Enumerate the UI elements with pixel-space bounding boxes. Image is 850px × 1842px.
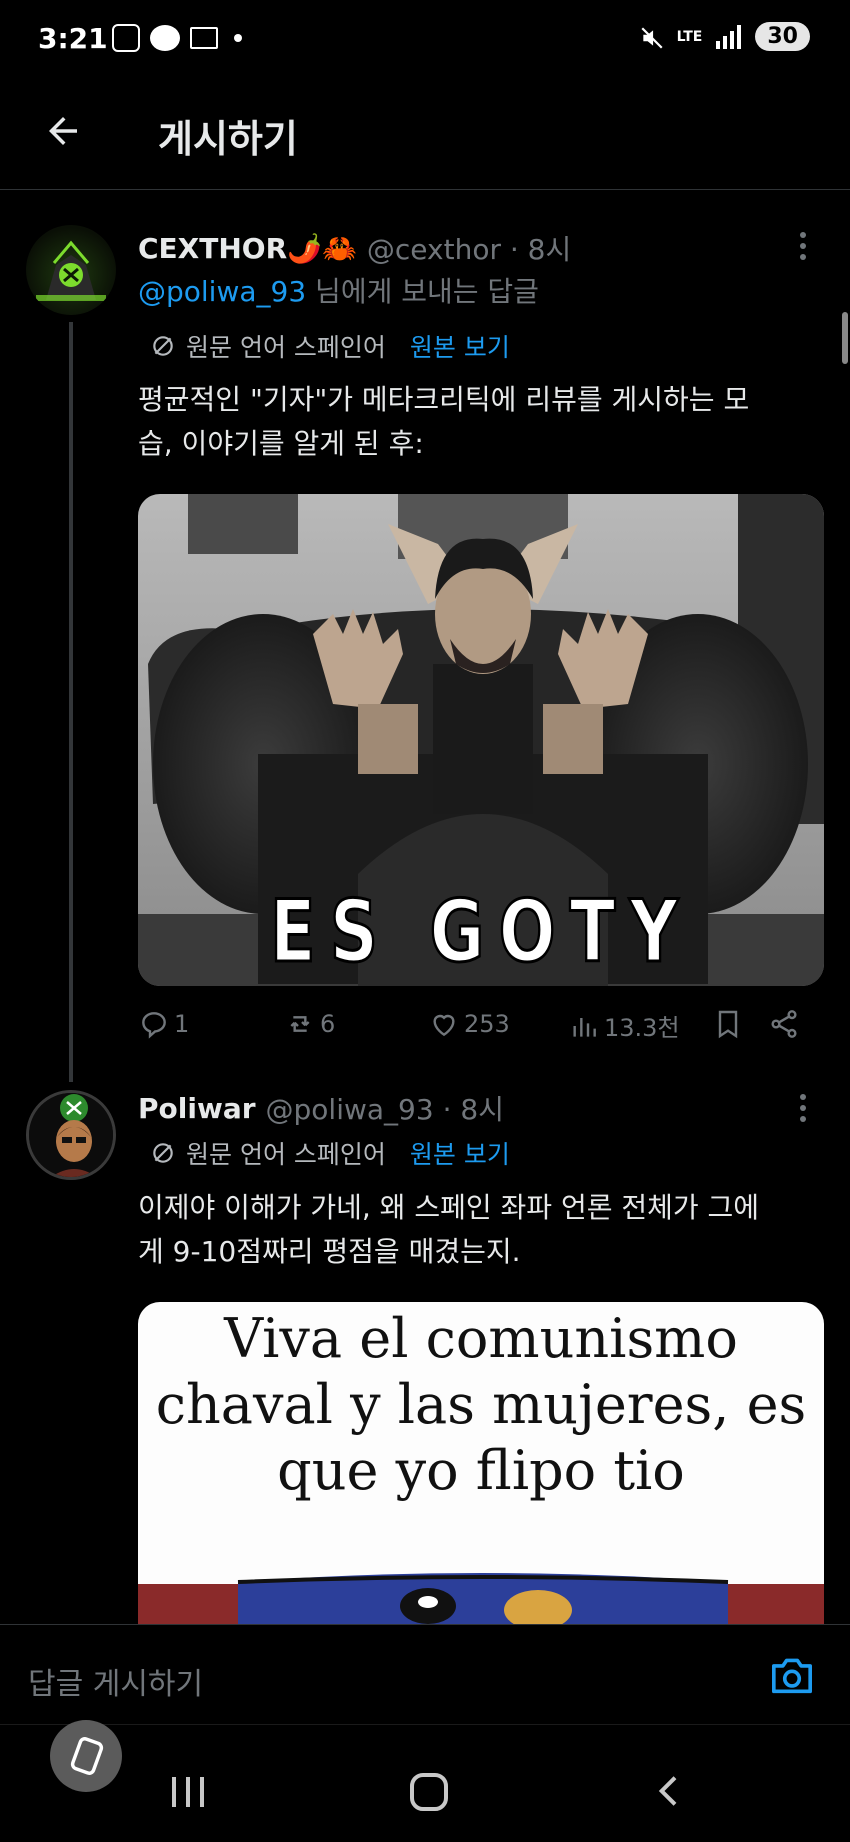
battery-level: 30	[755, 22, 810, 51]
notification-icons	[112, 24, 242, 52]
views-chart-icon	[573, 1017, 596, 1037]
view-count: 13.3천	[604, 1014, 680, 1042]
show-original-link[interactable]: 원본 보기	[410, 328, 510, 364]
repost-button[interactable]: 6	[284, 1008, 335, 1040]
heart-icon	[433, 1014, 455, 1037]
reply-count: 1	[174, 1010, 190, 1038]
system-navigation-bar	[0, 1724, 850, 1842]
reply-button[interactable]: 1	[138, 1008, 189, 1040]
handle-and-time[interactable]: @poliwa_93 · 8시	[266, 1088, 504, 1128]
translation-source: 원문 언어 스페인어	[186, 333, 386, 362]
translation-notice: 원문 언어 스페인어 원본 보기	[150, 328, 510, 364]
cartoon-illustration	[138, 1573, 824, 1624]
status-time: 3:21	[38, 22, 108, 55]
translate-icon	[153, 336, 173, 356]
person-avatar-icon	[29, 1093, 113, 1177]
recent-apps-button[interactable]	[172, 1777, 204, 1807]
repost-count: 6	[320, 1010, 336, 1038]
more-options-icon[interactable]	[800, 1094, 808, 1122]
lte-icon: LTE	[676, 28, 703, 45]
reply-input[interactable]: 답글 게시하기	[28, 1659, 203, 1703]
talk-icon	[150, 25, 180, 51]
nav-back-button[interactable]	[650, 1771, 690, 1811]
reply-to-suffix: 님에게 보내는 답글	[306, 275, 539, 308]
home-button[interactable]	[410, 1773, 448, 1811]
rotate-screen-button[interactable]	[50, 1720, 122, 1792]
avatar[interactable]	[26, 1090, 116, 1180]
more-options-icon[interactable]	[800, 232, 808, 260]
image-caption: ES GOTY	[269, 881, 693, 984]
signal-icon	[716, 24, 742, 49]
show-original-link[interactable]: 원본 보기	[410, 1135, 510, 1171]
tweet-image[interactable]: Viva el comunismo chaval y las mujeres, …	[138, 1302, 824, 1624]
views-button[interactable]: 13.3천	[568, 1008, 680, 1043]
avatar[interactable]	[26, 225, 116, 315]
share-icon	[771, 1010, 797, 1038]
more-notifications-icon	[234, 34, 242, 42]
reply-composer[interactable]: 답글 게시하기	[0, 1624, 850, 1724]
share-button[interactable]	[768, 1008, 800, 1040]
mute-icon	[639, 25, 663, 49]
tweet-header: CEXTHOR🌶️🦀 @cexthor · 8시	[138, 228, 571, 268]
scrollbar[interactable]	[842, 312, 848, 364]
page-title: 게시하기	[158, 117, 298, 161]
replying-to: @poliwa_93 님에게 보내는 답글	[138, 270, 539, 310]
display-name[interactable]: CEXTHOR🌶️🦀	[138, 232, 357, 265]
display-name[interactable]: Poliwar	[138, 1092, 256, 1125]
tweet-text: 이제야 이해가 가네, 왜 스페인 좌파 언론 전체가 그에게 9-10점짜리 …	[138, 1191, 760, 1268]
rotate-icon	[70, 1737, 104, 1775]
screenshot-icon	[112, 24, 140, 52]
thread-line	[69, 322, 73, 1082]
camera-icon[interactable]	[770, 1655, 814, 1695]
gmail-icon	[190, 27, 218, 49]
reply-mention-link[interactable]: @poliwa_93	[138, 275, 306, 308]
bookmark-button[interactable]	[712, 1008, 744, 1040]
tweet-actions: 1 6 253 13.3천	[138, 1008, 838, 1048]
back-arrow-icon[interactable]	[42, 110, 84, 152]
repost-icon	[290, 1016, 310, 1032]
translate-icon	[153, 1143, 173, 1163]
like-button[interactable]: 253	[428, 1008, 510, 1040]
bookmark-icon	[718, 1010, 738, 1039]
reply-icon	[142, 1012, 166, 1039]
handle-and-time[interactable]: @cexthor · 8시	[367, 228, 571, 268]
status-bar: 3:21 LTE 30	[0, 0, 850, 80]
tweet-text: 평균적인 "기자"가 메타크리틱에 리뷰를 게시하는 모습, 이야기를 알게 된…	[138, 383, 750, 460]
tweet-image[interactable]: ES GOTY	[138, 494, 824, 986]
top-app-bar: 게시하기	[0, 80, 850, 190]
tweet-header: Poliwar @poliwa_93 · 8시	[138, 1088, 504, 1128]
image-caption: Viva el comunismo chaval y las mujeres, …	[155, 1307, 807, 1502]
system-icons: LTE 30	[639, 22, 810, 51]
translation-source: 원문 언어 스페인어	[186, 1140, 386, 1169]
like-count: 253	[464, 1010, 510, 1038]
translation-notice: 원문 언어 스페인어 원본 보기	[150, 1135, 510, 1171]
xbox-knight-avatar-icon	[36, 240, 106, 301]
